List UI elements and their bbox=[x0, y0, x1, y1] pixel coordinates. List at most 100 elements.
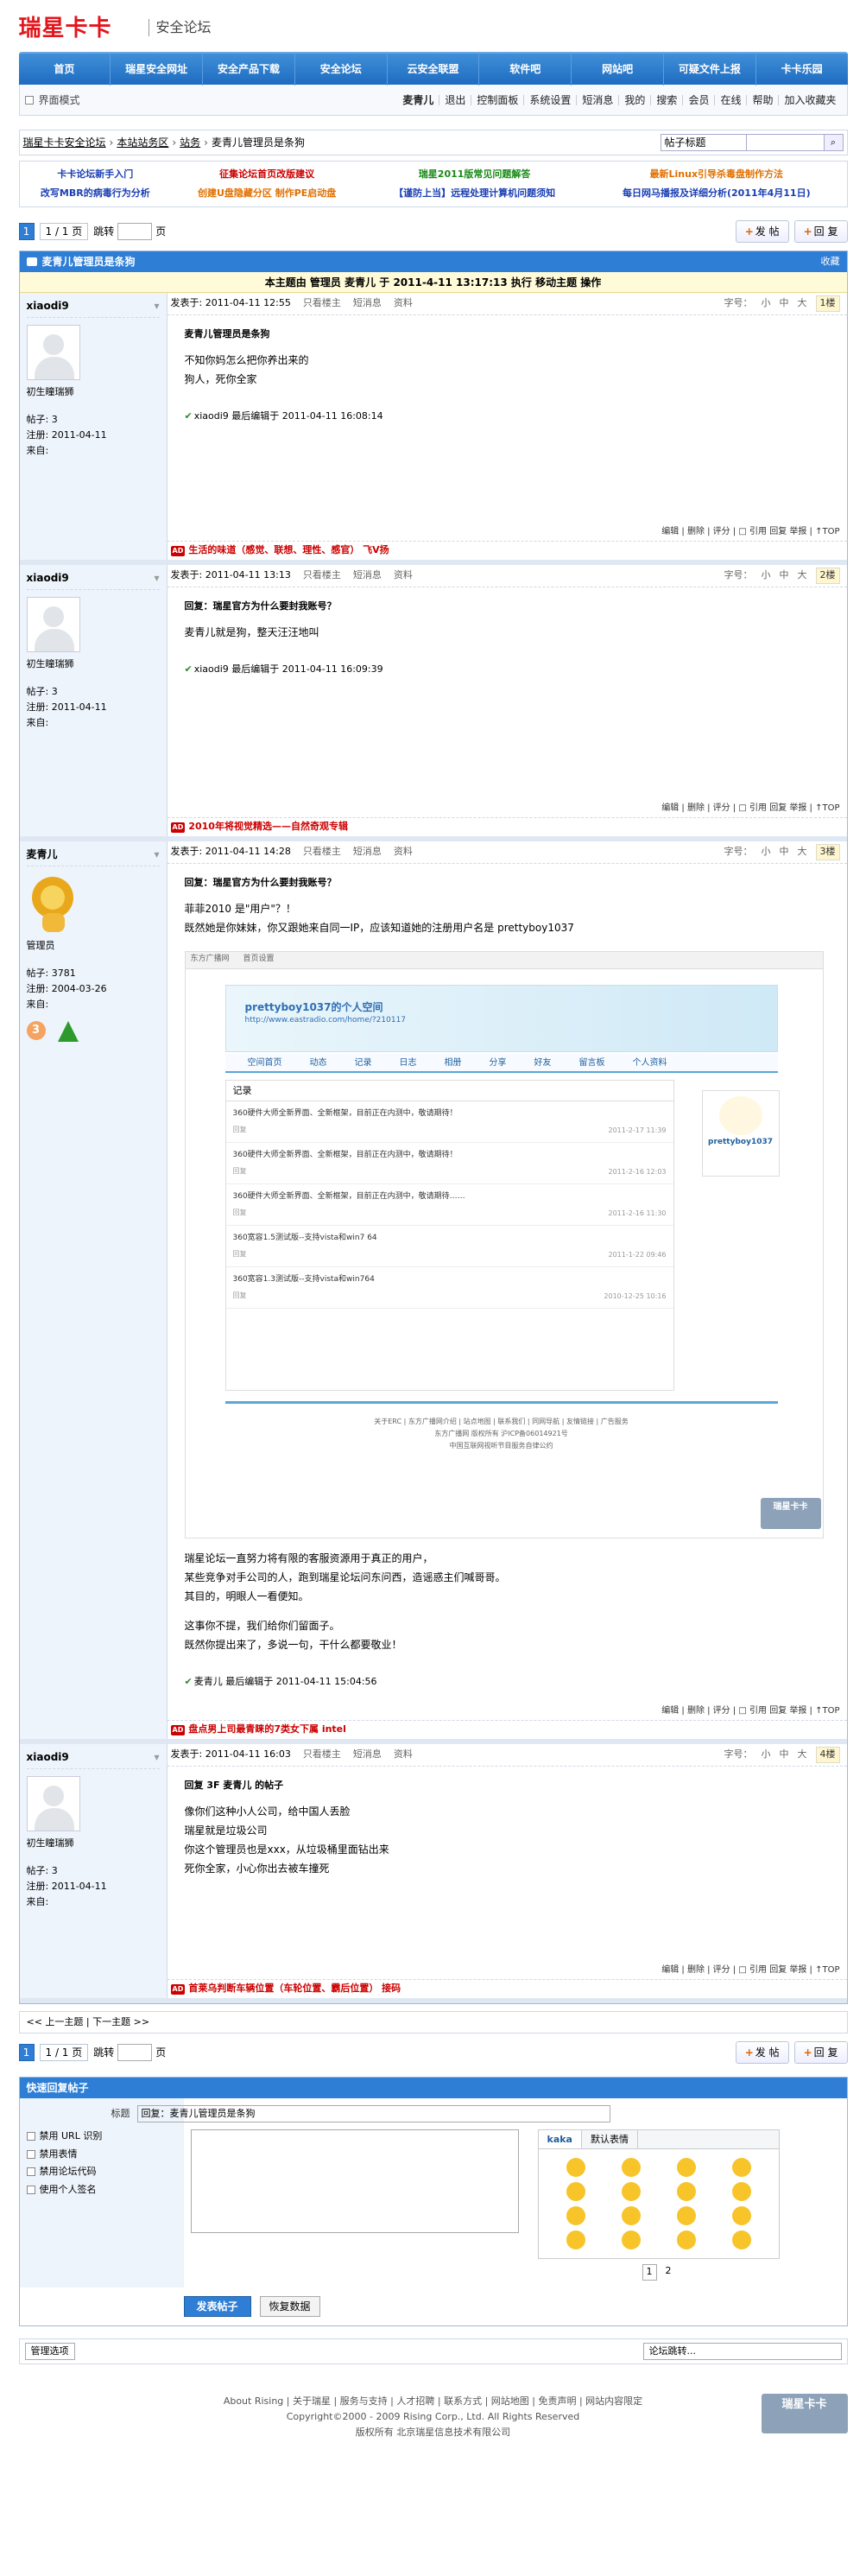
profile-link[interactable]: 资料 bbox=[394, 845, 413, 860]
floor-badge[interactable]: 1楼 bbox=[815, 295, 840, 312]
reply-button[interactable]: + 回 复 bbox=[793, 220, 848, 243]
nav-item[interactable]: 软件吧 bbox=[479, 53, 572, 86]
ad-text[interactable]: 盘点男上司最青睐的7类女下属 intel bbox=[188, 1723, 346, 1737]
author-name[interactable]: xiaodi9 bbox=[27, 1749, 69, 1765]
page-current[interactable]: 1 bbox=[18, 223, 35, 240]
chevron-down-icon[interactable]: ▾ bbox=[154, 298, 159, 314]
announce-link[interactable]: 瑞星2011版常见问题解答 bbox=[363, 165, 586, 184]
user-link[interactable]: 系统设置 bbox=[524, 94, 578, 105]
only-author-link[interactable]: 只看楼主 bbox=[303, 1748, 341, 1762]
search-input[interactable] bbox=[746, 134, 825, 151]
smiley-icon[interactable] bbox=[621, 2206, 641, 2225]
post-ad[interactable]: AD 2010年将视觉精选——自然奇观专辑 bbox=[167, 817, 847, 836]
post-ops[interactable]: 编辑 | 删除 | 评分 | □ 引用 回复 举报 | ↑TOP bbox=[168, 1960, 847, 1979]
user-link[interactable]: 短消息 bbox=[577, 94, 620, 105]
collect-link[interactable]: 收藏 bbox=[821, 255, 840, 270]
user-link[interactable]: 帮助 bbox=[747, 94, 780, 105]
nav-item[interactable]: 卡卡乐园 bbox=[756, 53, 848, 86]
nav-item[interactable]: 可疑文件上报 bbox=[664, 53, 756, 86]
font-big[interactable]: 大 bbox=[798, 845, 807, 860]
floor-badge[interactable]: 3楼 bbox=[815, 844, 840, 860]
manage-select[interactable]: 管理选项 bbox=[24, 2342, 75, 2360]
smiley-page[interactable]: 2 bbox=[662, 2264, 675, 2281]
announce-link[interactable]: 卡卡论坛新手入门 bbox=[20, 165, 172, 184]
font-mid[interactable]: 中 bbox=[780, 1748, 789, 1762]
post-ops[interactable]: 编辑 | 删除 | 评分 | □ 引用 回复 举报 | ↑TOP bbox=[168, 522, 847, 541]
nav-item[interactable]: 网站吧 bbox=[572, 53, 664, 86]
post-ad[interactable]: AD 首莱乌判断车辆位置（车轮位置、霸后位置） 接码 bbox=[167, 1979, 847, 1998]
prev-next-links[interactable]: << 上一主题 | 下一主题 >> bbox=[18, 2011, 848, 2034]
user-link[interactable]: 控制面板 bbox=[471, 94, 525, 105]
font-big[interactable]: 大 bbox=[798, 568, 807, 583]
new-post-button[interactable]: + 发 帖 bbox=[735, 2041, 789, 2064]
breadcrumb-item[interactable]: 站务 bbox=[180, 135, 200, 150]
reply-button[interactable]: + 回 复 bbox=[793, 2041, 848, 2064]
reply-title-input[interactable]: 回复：麦青儿管理员是条狗 bbox=[136, 2105, 610, 2122]
smiley-tab-kaka[interactable]: kaka bbox=[538, 2130, 582, 2148]
breadcrumb-item[interactable]: 本站站务区 bbox=[117, 135, 168, 150]
only-author-link[interactable]: 只看楼主 bbox=[303, 296, 341, 311]
font-mid[interactable]: 中 bbox=[780, 845, 789, 860]
user-link[interactable]: 搜索 bbox=[651, 94, 684, 105]
smiley-icon[interactable] bbox=[676, 2206, 696, 2225]
announce-link[interactable]: 创建U盘隐藏分区 制作PE启动盘 bbox=[171, 184, 363, 203]
ad-text[interactable]: 2010年将视觉精选——自然奇观专辑 bbox=[188, 820, 348, 834]
smiley-icon[interactable] bbox=[566, 2230, 585, 2249]
only-author-link[interactable]: 只看楼主 bbox=[303, 845, 341, 860]
smiley-icon[interactable] bbox=[676, 2182, 696, 2201]
nav-item[interactable]: 安全论坛 bbox=[295, 53, 388, 86]
smiley-icon[interactable] bbox=[676, 2230, 696, 2249]
user-link[interactable]: 加入收藏夹 bbox=[779, 95, 841, 105]
smiley-icon[interactable] bbox=[731, 2206, 751, 2225]
search-type-select[interactable]: 帖子标题 bbox=[660, 134, 747, 151]
ad-text[interactable]: 首莱乌判断车辆位置（车轮位置、霸后位置） 接码 bbox=[188, 1982, 401, 1996]
submit-reply-button[interactable]: 发表帖子 bbox=[183, 2295, 251, 2317]
pm-link[interactable]: 短消息 bbox=[353, 1748, 382, 1762]
announce-link[interactable]: 改写MBR的病毒行为分析 bbox=[20, 184, 172, 203]
author-name[interactable]: xiaodi9 bbox=[27, 298, 69, 314]
new-post-button[interactable]: + 发 帖 bbox=[735, 220, 789, 243]
logout-link[interactable]: 退出 bbox=[439, 94, 472, 105]
profile-link[interactable]: 资料 bbox=[394, 568, 413, 583]
font-mid[interactable]: 中 bbox=[780, 296, 789, 311]
opt-checkbox[interactable] bbox=[26, 2167, 35, 2177]
smiley-page[interactable]: 1 bbox=[642, 2264, 657, 2281]
author-name[interactable]: xiaodi9 bbox=[27, 570, 69, 586]
smiley-icon[interactable] bbox=[731, 2182, 751, 2201]
pm-link[interactable]: 短消息 bbox=[353, 845, 382, 860]
floor-badge[interactable]: 2楼 bbox=[815, 568, 840, 584]
opt-checkbox[interactable] bbox=[26, 2185, 35, 2194]
font-big[interactable]: 大 bbox=[798, 1748, 807, 1762]
restore-data-button[interactable]: 恢复数据 bbox=[259, 2295, 320, 2317]
smiley-icon[interactable] bbox=[676, 2158, 696, 2177]
mode-checkbox[interactable] bbox=[24, 95, 34, 105]
pm-link[interactable]: 短消息 bbox=[353, 296, 382, 311]
profile-link[interactable]: 资料 bbox=[394, 1748, 413, 1762]
ad-text[interactable]: 生活的味道（感觉、联想、理性、感官） 飞Ⅴ扬 bbox=[188, 543, 389, 558]
announce-link[interactable]: 【谨防上当】远程处理计算机问题须知 bbox=[363, 184, 586, 203]
profile-link[interactable]: 资料 bbox=[394, 296, 413, 311]
smiley-icon[interactable] bbox=[621, 2158, 641, 2177]
smiley-icon[interactable] bbox=[621, 2182, 641, 2201]
reply-textarea[interactable] bbox=[190, 2129, 519, 2233]
user-link[interactable]: 我的 bbox=[619, 94, 652, 105]
author-name[interactable]: 麦青儿 bbox=[27, 847, 58, 862]
chevron-down-icon[interactable]: ▾ bbox=[154, 570, 159, 586]
pm-link[interactable]: 短消息 bbox=[353, 568, 382, 583]
font-small[interactable]: 小 bbox=[762, 296, 771, 311]
smiley-tab-default[interactable]: 默认表情 bbox=[582, 2130, 638, 2148]
jump-input[interactable] bbox=[117, 2044, 153, 2061]
floor-badge[interactable]: 4楼 bbox=[815, 1747, 840, 1763]
smiley-icon[interactable] bbox=[566, 2158, 585, 2177]
announce-link[interactable]: 最新Linux引导杀毒盘制作方法 bbox=[586, 165, 846, 184]
username[interactable]: 麦青儿 bbox=[397, 94, 440, 105]
smiley-icon[interactable] bbox=[566, 2182, 585, 2201]
breadcrumb-item[interactable]: 瑞星卡卡安全论坛 bbox=[23, 135, 106, 150]
smiley-icon[interactable] bbox=[731, 2230, 751, 2249]
chevron-down-icon[interactable]: ▾ bbox=[154, 1749, 159, 1765]
font-small[interactable]: 小 bbox=[762, 568, 771, 583]
post-ad[interactable]: AD 盘点男上司最青睐的7类女下属 intel bbox=[167, 1720, 847, 1739]
footer-links[interactable]: About Rising | 关于瑞星 | 服务与支持 | 人才招聘 | 联系方… bbox=[19, 2394, 848, 2409]
opt-checkbox[interactable] bbox=[26, 2149, 35, 2159]
opt-checkbox[interactable] bbox=[26, 2132, 35, 2141]
